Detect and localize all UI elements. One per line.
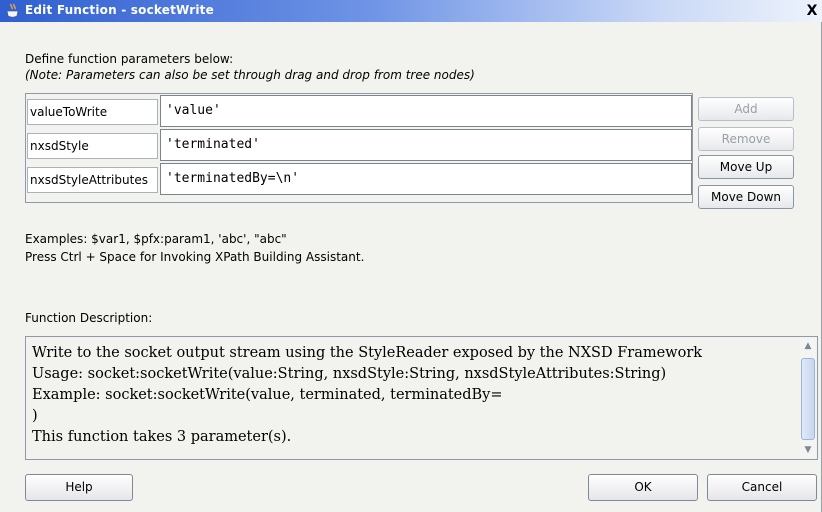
function-description-text: Write to the socket output stream using … [32,345,703,445]
add-button[interactable]: Add [698,97,794,121]
parameter-name: nxsdStyleAttributes [27,167,158,193]
function-description-area: Write to the socket output stream using … [25,336,818,460]
move-up-button[interactable]: Move Up [698,155,794,179]
xpath-hint-text: Press Ctrl + Space for Invoking XPath Bu… [25,250,365,264]
examples-text: Examples: $var1, $pfx:param1, 'abc', "ab… [25,232,287,246]
help-button[interactable]: Help [25,474,133,501]
title-bar: Edit Function - socketWrite X [0,0,822,22]
parameter-name: nxsdStyle [27,133,158,159]
coffee-cup-icon [6,3,20,18]
close-icon[interactable]: X [804,3,820,19]
parameters-table: valueToWrite 'value' nxsdStyle 'terminat… [25,93,693,203]
parameter-row: valueToWrite 'value' [26,95,692,127]
remove-button[interactable]: Remove [698,127,794,151]
parameter-value-input[interactable]: 'terminatedBy=\n' [160,163,692,195]
description-scrollbar[interactable]: ▲ ▼ [800,338,816,458]
arrow-down-icon[interactable]: ▼ [800,442,816,458]
move-down-button[interactable]: Move Down [698,185,794,209]
parameter-value-input[interactable]: 'terminated' [160,129,692,161]
arrow-up-icon[interactable]: ▲ [800,338,816,354]
scroll-thumb[interactable] [801,358,815,440]
parameter-name: valueToWrite [27,99,158,125]
intro-note: (Note: Parameters can also be set throug… [25,68,475,82]
intro-text: Define function parameters below: [25,52,234,66]
parameter-row: nxsdStyleAttributes 'terminatedBy=\n' [26,163,692,195]
edit-function-dialog: Edit Function - socketWrite X Define fun… [0,0,822,512]
parameter-value-input[interactable]: 'value' [160,95,692,127]
window-title: Edit Function - socketWrite [25,3,214,17]
ok-button[interactable]: OK [588,474,698,501]
parameter-row: nxsdStyle 'terminated' [26,129,692,161]
function-description-label: Function Description: [25,311,153,325]
cancel-button[interactable]: Cancel [707,474,817,501]
